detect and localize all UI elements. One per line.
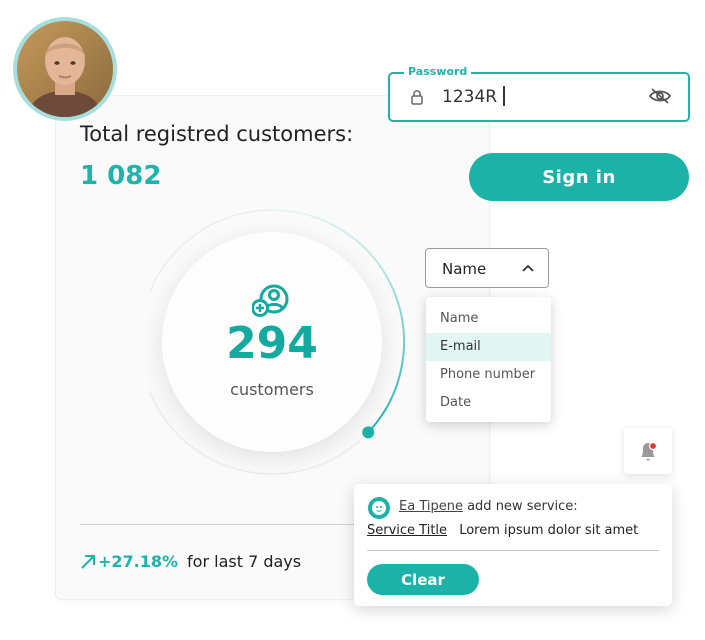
customers-count: 294	[226, 318, 318, 369]
card-divider	[80, 524, 365, 525]
lock-icon	[411, 90, 423, 105]
alert-dot	[648, 441, 658, 451]
text-caret	[503, 86, 506, 106]
password-input[interactable]: 1234R	[442, 86, 506, 107]
notification-divider	[367, 550, 659, 551]
service-description: Lorem ipsum dolor sit amet	[459, 523, 639, 538]
add-user-icon	[252, 284, 289, 317]
select-value: Name	[442, 260, 487, 278]
avatar[interactable]	[13, 17, 117, 121]
eye-off-icon[interactable]	[648, 87, 672, 105]
avatar-photo	[17, 21, 113, 117]
total-customers-label: Total registred customers:	[80, 122, 354, 146]
customers-label: customers	[230, 380, 314, 399]
notification-user-link[interactable]: Ea Tipene	[399, 499, 463, 514]
option-phone[interactable]: Phone number	[426, 361, 551, 389]
option-name[interactable]: Name	[426, 305, 551, 333]
notification-card: Ea Tipene add new service: Service Title…	[354, 484, 672, 606]
notification-detail: Service Title Lorem ipsum dolor sit amet	[367, 523, 638, 538]
progress-handle	[362, 426, 375, 439]
growth-stat: +27.18% for last 7 days	[80, 552, 301, 571]
clear-button[interactable]: Clear	[367, 564, 479, 595]
bell-icon	[641, 441, 658, 461]
notification-message: Ea Tipene add new service:	[399, 499, 578, 514]
smiley-icon	[368, 497, 390, 519]
total-customers-value: 1 082	[80, 161, 162, 191]
growth-label: for last 7 days	[187, 552, 302, 571]
service-title-link[interactable]: Service Title	[367, 523, 447, 538]
arrow-up-right-icon	[81, 554, 95, 569]
notification-button[interactable]	[624, 428, 672, 474]
option-email[interactable]: E-mail	[426, 333, 551, 361]
chevron-up-icon	[522, 264, 534, 272]
select-dropdown: Name E-mail Phone number Date	[426, 297, 551, 422]
notification-action: add new service:	[467, 499, 578, 514]
sort-select[interactable]: Name	[425, 248, 549, 288]
avatar-portrait	[17, 21, 113, 117]
password-label: Password	[404, 65, 472, 78]
password-value: 1234R	[442, 87, 498, 107]
sign-in-button[interactable]: Sign in	[469, 153, 689, 201]
option-date[interactable]: Date	[426, 389, 551, 417]
password-field[interactable]: Password 1234R	[388, 65, 690, 122]
growth-value: +27.18%	[98, 552, 179, 571]
